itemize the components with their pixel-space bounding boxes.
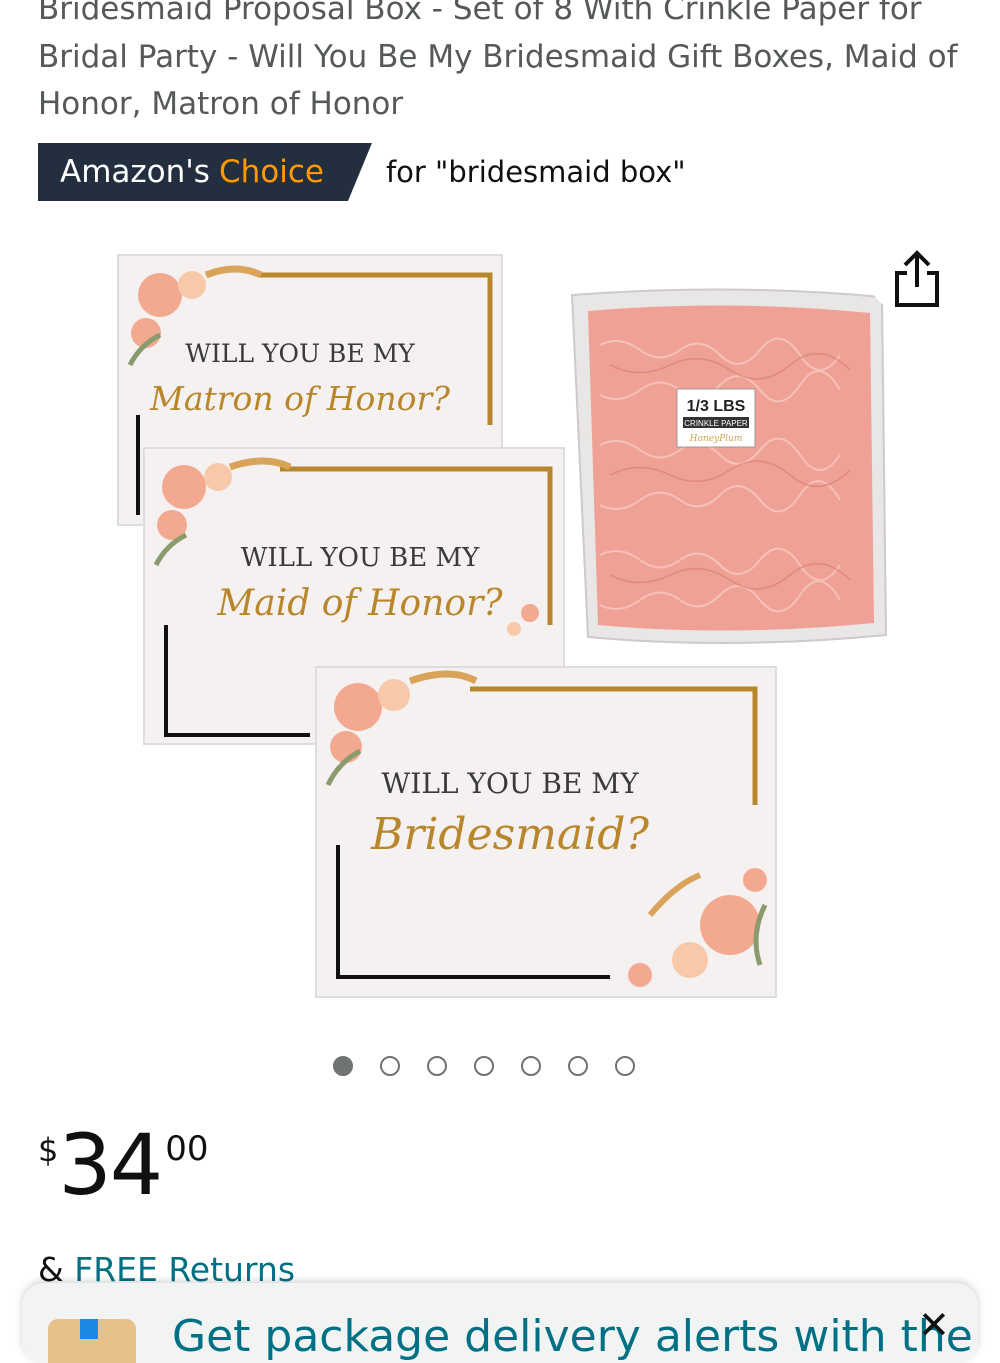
bag-label-weight: 1/3 LBS: [687, 398, 746, 415]
carousel-dot[interactable]: [568, 1056, 588, 1076]
close-icon[interactable]: ✕: [918, 1303, 950, 1347]
box3-line1: WILL YOU BE MY: [382, 767, 639, 800]
amazons-choice-badge[interactable]: Amazon's Choice: [38, 143, 372, 201]
image-carousel-dots: [333, 1056, 635, 1076]
package-icon: [48, 1319, 136, 1363]
carousel-dot[interactable]: [333, 1056, 353, 1076]
carousel-dot[interactable]: [474, 1056, 494, 1076]
price: $ 34 00: [38, 1115, 209, 1215]
box1-line1: WILL YOU BE MY: [185, 339, 415, 368]
product-title: Bridesmaid Proposal Box - Set of 8 With …: [38, 0, 958, 122]
share-button[interactable]: [869, 243, 965, 315]
delivery-alerts-banner[interactable]: Get package delivery alerts with the ✕: [22, 1283, 978, 1363]
product-image-illustration: 1/3 LBS CRINKLE PAPER HoneyPlum WILL YOU…: [110, 225, 890, 1005]
box2-line2: Maid of Honor?: [216, 583, 503, 624]
box1-line2: Matron of Honor?: [149, 379, 450, 418]
share-icon: [895, 250, 939, 307]
carousel-dot[interactable]: [615, 1056, 635, 1076]
carousel-dot[interactable]: [521, 1056, 541, 1076]
amazons-choice-row[interactable]: Amazon's Choice for "bridesmaid box": [38, 143, 686, 201]
bag-label-type: CRINKLE PAPER: [684, 419, 748, 428]
delivery-alerts-text[interactable]: Get package delivery alerts with the: [172, 1311, 973, 1362]
bag-label-brand: HoneyPlum: [689, 434, 743, 444]
price-symbol: $: [38, 1131, 59, 1169]
carousel-dot[interactable]: [427, 1056, 447, 1076]
badge-accent: Choice: [218, 154, 324, 190]
crinkle-paper-bag: 1/3 LBS CRINKLE PAPER HoneyPlum: [570, 288, 888, 645]
product-image[interactable]: 1/3 LBS CRINKLE PAPER HoneyPlum WILL YOU…: [110, 225, 890, 1005]
badge-query: for "bridesmaid box": [385, 155, 686, 189]
price-whole: 34: [58, 1116, 163, 1214]
box-bridesmaid: WILL YOU BE MY Bridesmaid?: [315, 666, 777, 998]
price-fraction: 00: [165, 1129, 209, 1169]
badge-prefix: Amazon's: [60, 154, 210, 190]
box2-line1: WILL YOU BE MY: [241, 543, 480, 573]
carousel-dot[interactable]: [380, 1056, 400, 1076]
box3-line2: Bridesmaid?: [370, 809, 649, 860]
